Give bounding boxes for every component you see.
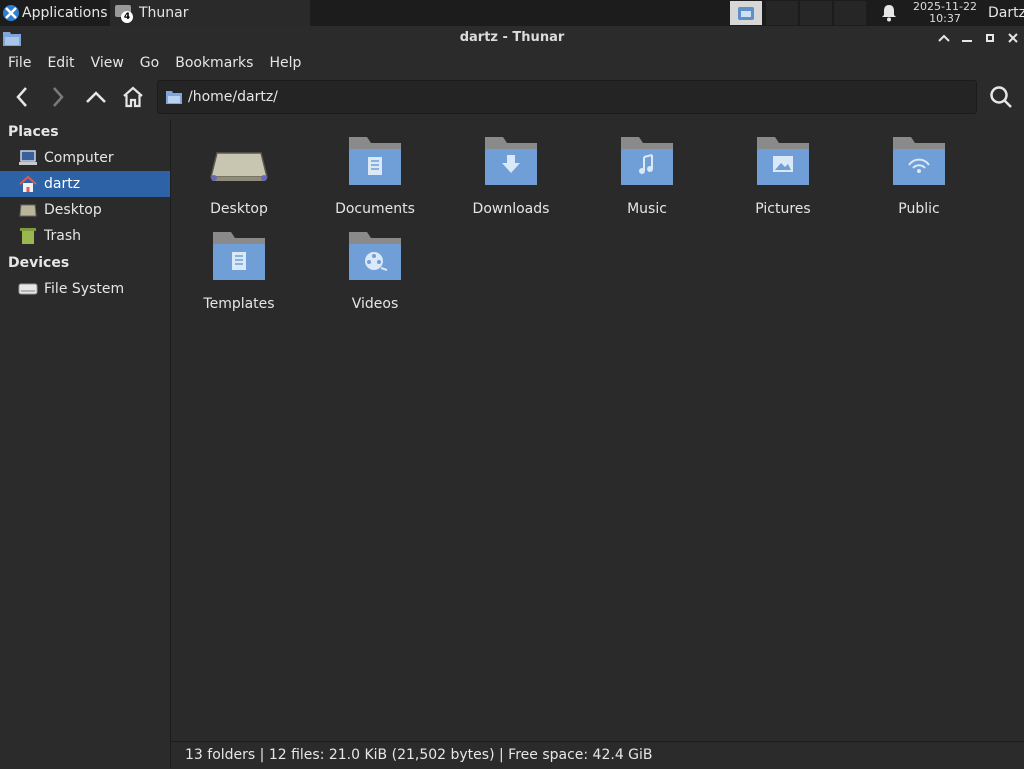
- computer-icon: [18, 148, 38, 168]
- menu-help[interactable]: Help: [261, 55, 309, 71]
- file-item-documents[interactable]: Documents: [307, 125, 443, 217]
- workspace-3-button[interactable]: [800, 1, 832, 25]
- file-item-label: Desktop: [210, 201, 268, 217]
- downloads-folder-icon: [485, 137, 537, 185]
- menu-view[interactable]: View: [83, 55, 132, 71]
- forward-arrow-icon: [53, 87, 64, 107]
- desktop-folder-icon: [210, 152, 268, 181]
- menu-go[interactable]: Go: [132, 55, 167, 71]
- sidebar-item-label: Computer: [44, 150, 114, 166]
- file-item-label: Videos: [351, 296, 399, 312]
- close-button[interactable]: [1002, 26, 1024, 50]
- minimize-icon: [962, 40, 972, 42]
- menu-edit[interactable]: Edit: [39, 55, 82, 71]
- clock-time: 10:37: [929, 12, 961, 25]
- sidebar-item-desktop[interactable]: Desktop: [0, 197, 170, 223]
- search-button[interactable]: [985, 82, 1017, 112]
- back-button[interactable]: [6, 82, 38, 112]
- minimize-button[interactable]: [956, 26, 978, 50]
- sidebar-item-computer[interactable]: Computer: [0, 145, 170, 171]
- up-arrow-icon: [86, 91, 106, 103]
- forward-button[interactable]: [42, 82, 74, 112]
- file-item-public[interactable]: Public: [851, 125, 987, 217]
- location-bar[interactable]: /home/dartz/: [157, 80, 977, 114]
- sidebar-item-label: File System: [44, 281, 125, 297]
- chevron-up-icon: [938, 34, 950, 42]
- applications-label: Applications: [22, 5, 108, 21]
- status-bar: 13 folders | 12 files: 21.0 KiB (21,502 …: [171, 741, 1024, 768]
- devices-header: Devices: [8, 255, 70, 271]
- sidebar-item-file-system[interactable]: File System: [0, 276, 170, 302]
- window-titlebar[interactable]: dartz - Thunar: [0, 26, 1024, 50]
- pictures-folder-icon: [757, 137, 809, 185]
- file-item-label: Templates: [203, 296, 275, 312]
- top-panel: Applications ≡ 4 Thunar 2025-11-22 10:37…: [0, 0, 1024, 26]
- sidebar: Places Computer dartz Desktop Trash Devi…: [0, 119, 171, 768]
- close-icon: [1008, 33, 1018, 43]
- sidebar-item-label: Desktop: [44, 202, 102, 218]
- templates-folder-icon: [213, 232, 265, 280]
- maximize-button[interactable]: [979, 26, 1001, 50]
- thunar-task-icon: 4: [115, 4, 133, 23]
- sidebar-item-dartz[interactable]: dartz: [0, 171, 170, 197]
- parent-folder-button[interactable]: [80, 82, 112, 112]
- clock[interactable]: 2025-11-22 10:37: [906, 0, 984, 26]
- menu-file[interactable]: File: [0, 55, 39, 71]
- file-item-templates[interactable]: Templates: [171, 220, 307, 312]
- taskbar-thunar-button[interactable]: 4 Thunar: [110, 0, 310, 26]
- file-item-music[interactable]: Music: [579, 125, 715, 217]
- menu-bar: File Edit View Go Bookmarks Help: [0, 50, 1024, 76]
- file-item-label: Music: [627, 201, 667, 217]
- folder-icon: [166, 91, 182, 104]
- workspace-2-button[interactable]: [766, 1, 798, 25]
- workspace-1-button[interactable]: [730, 1, 762, 25]
- task-label: Thunar: [139, 5, 189, 21]
- task-count-badge: 4: [121, 11, 133, 23]
- desktop-icon: [18, 200, 38, 220]
- places-header: Places: [8, 124, 59, 140]
- home-icon: [123, 86, 143, 108]
- videos-folder-icon: [349, 232, 401, 280]
- file-icon-view[interactable]: Desktop Documents Downloads Music Pictur…: [171, 119, 1024, 741]
- location-path: /home/dartz/: [188, 89, 278, 105]
- file-item-videos[interactable]: Videos: [307, 220, 443, 312]
- search-icon: [990, 86, 1012, 108]
- xfce-logo-icon: [3, 5, 19, 21]
- home-button[interactable]: [117, 82, 149, 112]
- file-item-pictures[interactable]: Pictures: [715, 125, 851, 217]
- file-item-downloads[interactable]: Downloads: [443, 125, 579, 217]
- music-folder-icon: [621, 137, 673, 185]
- file-item-label: Documents: [335, 201, 415, 217]
- sidebar-item-label: Trash: [44, 228, 81, 244]
- documents-folder-icon: [349, 137, 401, 185]
- user-menu[interactable]: Dartz: [988, 0, 1024, 26]
- maximize-icon: [986, 34, 994, 42]
- file-item-label: Downloads: [472, 201, 550, 217]
- trash-icon: [18, 226, 38, 246]
- window-title: dartz - Thunar: [459, 30, 565, 45]
- workspace-4-button[interactable]: [834, 1, 866, 25]
- home-folder-icon: [18, 174, 38, 194]
- public-folder-icon: [893, 137, 945, 185]
- file-item-label: Public: [898, 201, 940, 217]
- drive-icon: [18, 279, 38, 299]
- file-item-label: Pictures: [755, 201, 811, 217]
- file-item-desktop[interactable]: Desktop: [171, 125, 307, 217]
- menu-bookmarks[interactable]: Bookmarks: [167, 55, 261, 71]
- back-arrow-icon: [16, 87, 27, 107]
- sidebar-item-label: dartz: [44, 176, 81, 192]
- shade-button[interactable]: [933, 26, 955, 50]
- applications-menu-button[interactable]: Applications ≡: [0, 0, 122, 26]
- sidebar-item-trash[interactable]: Trash: [0, 223, 170, 249]
- window-thumbnail-icon: [738, 6, 754, 20]
- notification-bell-icon[interactable]: [881, 4, 897, 26]
